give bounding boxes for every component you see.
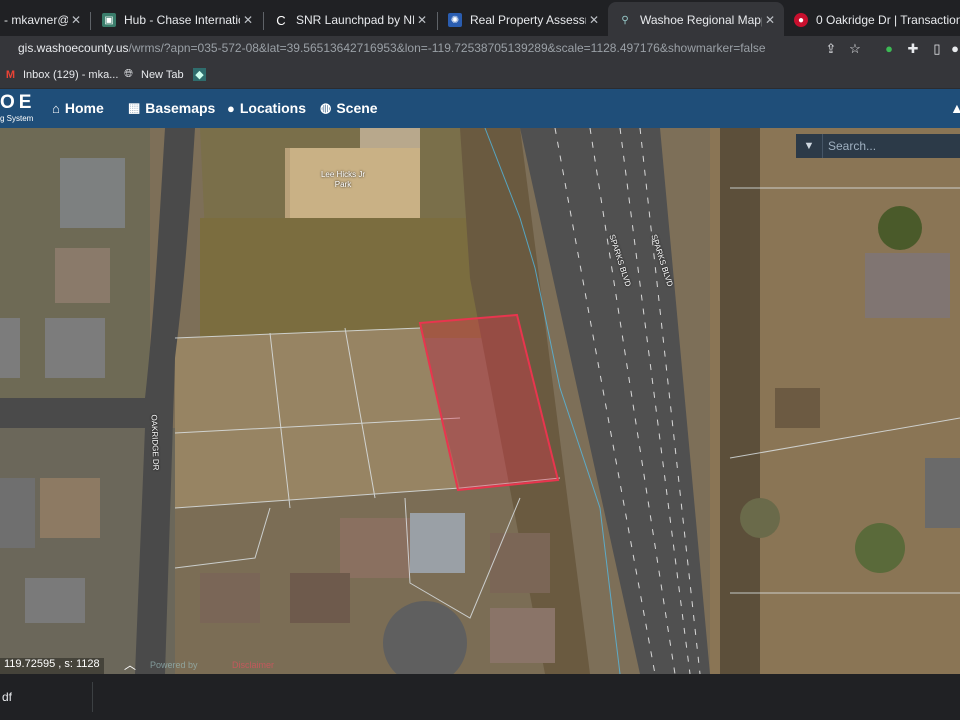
coordinate-readout: 119.72595 , s: 1128 (0, 658, 104, 674)
download-bar: df (0, 674, 960, 720)
bookmark-washoe[interactable]: ◆ (193, 68, 212, 81)
close-icon[interactable]: ✕ (240, 13, 256, 27)
sidebar-icon[interactable]: ▯ (928, 40, 946, 58)
bookmark-label: New Tab (141, 68, 184, 81)
globe-icon: 🌐︎ (124, 68, 133, 80)
chevron-up-icon[interactable]: ︿ (124, 656, 136, 673)
close-icon[interactable]: ✕ (762, 13, 778, 27)
map-view[interactable]: Lee Hicks Jr Park OAKRIDGE DR SPARKS BLV… (0, 128, 960, 674)
map-search: ▼ (796, 134, 960, 158)
tab-snr[interactable]: C SNR Launchpad by NNRML ✕ (264, 4, 436, 36)
address-bar: gis.washoecounty.us/wrms/?apn=035-572-08… (0, 36, 960, 62)
tab-title: 0 Oakridge Dr | Transaction (816, 13, 960, 27)
close-icon[interactable]: ✕ (68, 13, 84, 27)
bookmark-star-icon[interactable]: ☆ (846, 40, 864, 58)
share-icon[interactable]: ⇪ (822, 40, 840, 58)
home-icon: ⌂ (52, 100, 60, 116)
tab-oakridge[interactable]: ● 0 Oakridge Dr | Transaction (784, 4, 960, 36)
extensions-icon[interactable]: ✚ (904, 40, 922, 58)
bookmarks-bar: M Inbox (129) - mka... 🌐︎ New Tab ◆ (0, 62, 960, 89)
close-icon[interactable]: ✕ (586, 13, 602, 27)
powered-by-text: Powered by (150, 660, 198, 670)
washoe-icon: ◆ (193, 68, 206, 81)
url-domain: gis.washoecounty.us (18, 41, 129, 55)
close-icon[interactable]: ✕ (414, 13, 430, 27)
gmail-icon: M (5, 68, 16, 81)
nav-label: Home (64, 100, 104, 116)
search-dropdown-icon[interactable]: ▼ (796, 134, 823, 158)
nav-label: Scene (336, 100, 378, 116)
tab-title: Washoe Regional Mapping (640, 13, 762, 27)
nav-locations[interactable]: ● Locations (227, 100, 306, 116)
app-logo: OE (0, 92, 36, 113)
aerial-imagery (0, 128, 960, 674)
tab-title: SNR Launchpad by NNRML (296, 13, 414, 27)
washoe-map-icon: ⚲ (621, 14, 629, 26)
tab-chase[interactable]: ▣ Hub - Chase International ✕ (92, 4, 262, 36)
launchpad-icon: C (276, 12, 286, 28)
grid-icon: ▦ (128, 100, 141, 115)
nav-basemaps[interactable]: ▦ Basemaps (128, 100, 215, 116)
nav-label: Locations (239, 100, 306, 116)
tab-assessment[interactable]: ✺ Real Property Assessment ✕ (438, 4, 608, 36)
tab-title: Hub - Chase International (124, 13, 240, 27)
hub-icon: ▣ (102, 13, 116, 27)
extension-g-icon[interactable]: ● (880, 40, 898, 58)
tab-title: - mkavner@c (4, 13, 68, 27)
disclaimer-link[interactable]: Disclaimer (232, 660, 274, 670)
user-icon[interactable]: ▲ (950, 100, 960, 116)
url-field[interactable]: gis.washoecounty.us/wrms/?apn=035-572-08… (18, 41, 766, 55)
app-header: OE g System ⌂ Home ▦ Basemaps ● Location… (0, 89, 960, 128)
transaction-icon: ● (794, 13, 808, 27)
app-logo-subtitle: g System (0, 114, 34, 123)
bookmark-newtab[interactable]: 🌐︎ New Tab (122, 68, 184, 81)
park-label: Lee Hicks Jr Park (320, 170, 365, 189)
bookmark-inbox[interactable]: M Inbox (129) - mka... (4, 68, 118, 81)
url-path: /wrms/?apn=035-572-08&lat=39.56513642716… (128, 41, 766, 55)
search-input[interactable] (823, 138, 960, 154)
assessor-icon: ✺ (448, 13, 462, 27)
nav-scene[interactable]: ◍ Scene (320, 100, 378, 116)
pin-icon: ● (227, 100, 235, 116)
tab-washoe-mapping[interactable]: ⚲ Washoe Regional Mapping ✕ (608, 2, 784, 38)
tab-title: Real Property Assessment (470, 13, 586, 27)
download-item[interactable]: df (0, 682, 93, 712)
tab-gmail[interactable]: - mkavner@c ✕ (0, 4, 90, 36)
tab-strip: - mkavner@c ✕ ▣ Hub - Chase Internationa… (0, 0, 960, 38)
profile-icon[interactable]: ● (946, 40, 960, 58)
bookmark-label: Inbox (129) - mka... (23, 68, 119, 81)
nav-home[interactable]: ⌂ Home (52, 100, 104, 116)
download-filename: df (2, 690, 13, 704)
nav-label: Basemaps (145, 100, 216, 116)
globe-icon: ◍ (320, 100, 332, 115)
